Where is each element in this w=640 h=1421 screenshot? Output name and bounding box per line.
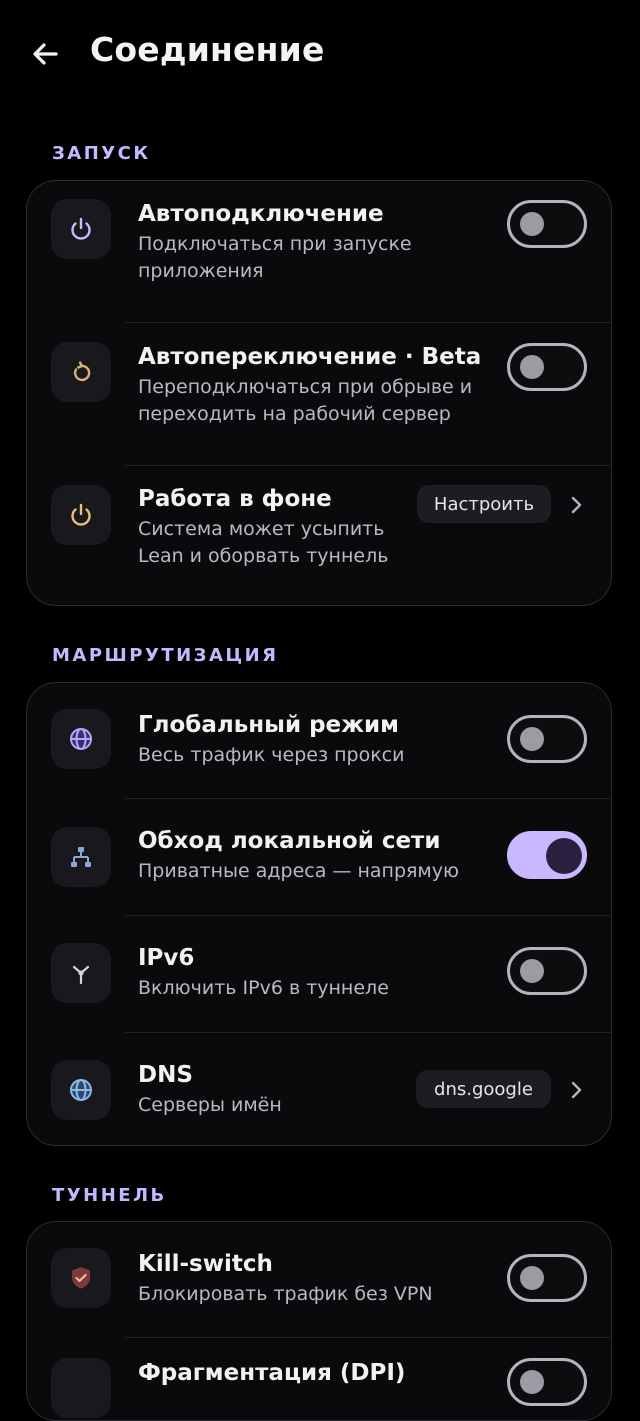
routing-card: Глобальный режим Весь трафик через прокс… xyxy=(26,682,612,1146)
row-autoconnect: Автоподключение Подключаться при запуске… xyxy=(27,181,611,322)
fragmentation-toggle[interactable] xyxy=(507,1358,587,1406)
launch-card: Автоподключение Подключаться при запуске… xyxy=(26,180,612,606)
row-global-mode: Глобальный режим Весь трафик через прокс… xyxy=(27,683,611,798)
row-title: Автопереключение · Beta xyxy=(138,344,482,370)
autoconnect-toggle[interactable] xyxy=(507,200,587,248)
row-ipv6: IPv6 Включить IPv6 в туннеле xyxy=(27,916,611,1032)
row-title: Автоподключение xyxy=(138,201,384,227)
global-mode-toggle[interactable] xyxy=(507,715,587,763)
row-subtitle: Переподключаться при обрыве и переходить… xyxy=(138,376,473,425)
row-title: Kill-switch xyxy=(138,1251,273,1277)
row-subtitle: Включить IPv6 в туннеле xyxy=(138,977,389,999)
row-dns[interactable]: DNS Серверы имён dns.google xyxy=(27,1033,611,1145)
section-label-routing: МАРШРУТИЗАЦИЯ xyxy=(52,645,279,666)
configure-button[interactable]: Настроить xyxy=(417,485,551,523)
section-label-tunnel: ТУННЕЛЬ xyxy=(52,1185,167,1206)
row-subtitle: Весь трафик через прокси xyxy=(138,744,405,766)
row-title: Обход локальной сети xyxy=(138,828,441,854)
row-autoswitch: Автопереключение · Beta Переподключаться… xyxy=(27,323,611,465)
globe-icon xyxy=(51,1060,111,1120)
autoswitch-toggle[interactable] xyxy=(507,343,587,391)
rotate-icon xyxy=(51,342,111,402)
dns-server-button[interactable]: dns.google xyxy=(416,1070,551,1108)
chevron-right-icon[interactable] xyxy=(565,494,587,516)
row-kill-switch: Kill-switch Блокировать трафик без VPN xyxy=(27,1222,611,1337)
row-subtitle: Блокировать трафик без VPN xyxy=(138,1283,433,1305)
row-title: IPv6 xyxy=(138,945,195,971)
fork-icon xyxy=(51,943,111,1003)
fragment-icon xyxy=(51,1358,111,1418)
lan-bypass-toggle[interactable] xyxy=(507,831,587,879)
chevron-right-icon[interactable] xyxy=(565,1079,587,1101)
kill-switch-toggle[interactable] xyxy=(507,1254,587,1302)
globe-icon xyxy=(51,709,111,769)
arrow-left-icon[interactable] xyxy=(28,36,64,72)
shield-icon xyxy=(51,1248,111,1308)
row-subtitle: Подключаться при запуске приложения xyxy=(138,233,412,282)
row-title: DNS xyxy=(138,1062,193,1088)
row-lan-bypass: Обход локальной сети Приватные адреса — … xyxy=(27,799,611,915)
row-title: Фрагментация (DPI) xyxy=(138,1360,406,1386)
section-label-launch: ЗАПУСК xyxy=(52,143,151,164)
row-subtitle: Приватные адреса — напрямую xyxy=(138,860,460,882)
top-bar: Соединение xyxy=(0,0,640,110)
row-fragmentation: Фрагментация (DPI) xyxy=(27,1338,611,1420)
ipv6-toggle[interactable] xyxy=(507,947,587,995)
row-subtitle: Система может усыпить Lean и оборвать ту… xyxy=(138,518,389,567)
row-title: Работа в фоне xyxy=(138,486,332,512)
tunnel-card: Kill-switch Блокировать трафик без VPN Ф… xyxy=(26,1221,612,1421)
power-icon xyxy=(51,199,111,259)
page-title: Соединение xyxy=(90,30,325,69)
row-title: Глобальный режим xyxy=(138,712,399,738)
power-icon xyxy=(51,485,111,545)
network-icon xyxy=(51,827,111,887)
row-background[interactable]: Работа в фоне Система может усыпить Lean… xyxy=(27,466,611,605)
